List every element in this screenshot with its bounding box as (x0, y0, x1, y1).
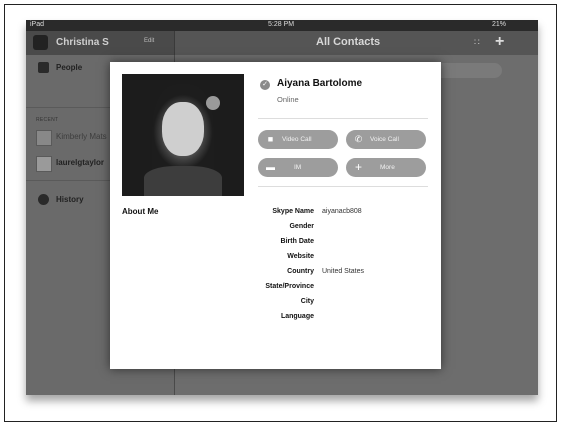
more-button[interactable]: + More (346, 158, 426, 177)
sidebar-header: Christina S Edit (26, 31, 175, 55)
detail-label: Skype Name (272, 208, 314, 215)
detail-label: Birth Date (280, 238, 314, 245)
detail-row: Website (250, 253, 440, 267)
divider (258, 118, 428, 119)
detail-value: United States (322, 268, 365, 275)
contact-avatar (36, 130, 52, 146)
divider (258, 186, 428, 187)
sidebar-item-label: People (56, 63, 83, 72)
clock-icon (38, 194, 49, 205)
detail-row: Language (250, 313, 440, 327)
online-status-icon: ✓ (260, 80, 270, 90)
detail-label: State/Province (265, 283, 314, 290)
about-me-heading: About Me (122, 207, 159, 216)
sidebar-item-label: History (56, 195, 84, 204)
im-button[interactable]: ▬ IM (258, 158, 338, 177)
detail-label: Language (280, 313, 314, 320)
status-bar: iPad 5:28 PM 21% (26, 20, 538, 31)
recent-heading: RECENT (36, 117, 59, 123)
people-icon (38, 62, 49, 73)
contact-profile-popup: About Me ✓ Aiyana Bartolome Online ■ Vid… (110, 62, 441, 369)
detail-label: City (300, 298, 314, 305)
page-title: All Contacts (316, 36, 381, 48)
detail-row: Birth Date (250, 238, 440, 252)
detail-label: Website (287, 253, 314, 260)
device-label: iPad (30, 21, 45, 28)
plus-icon: + (354, 160, 362, 174)
recent-contact-name: laurelgtaylor (56, 158, 105, 167)
user-name[interactable]: Christina S (56, 37, 109, 48)
chat-bubble-icon: ▬ (266, 162, 275, 172)
detail-row: Gender (250, 223, 440, 237)
detail-row: Skype Name aiyanacb808 (250, 208, 440, 222)
grid-icon[interactable]: ∷ (474, 37, 485, 48)
profile-photo (122, 74, 244, 196)
contact-name: Aiyana Bartolome (277, 78, 363, 89)
contact-avatar (36, 156, 52, 172)
recent-contact-name: Kimberly Mats (56, 132, 107, 141)
phone-icon: ✆ (354, 134, 363, 144)
video-call-button[interactable]: ■ Video Call (258, 130, 338, 149)
detail-value: aiyanacb808 (322, 208, 362, 215)
video-camera-icon: ■ (267, 134, 274, 144)
detail-row: Country United States (250, 268, 440, 282)
detail-row: State/Province (250, 283, 440, 297)
detail-label: Country (287, 268, 314, 275)
avatar[interactable] (33, 35, 48, 50)
detail-label: Gender (289, 223, 314, 230)
add-contact-icon[interactable]: + (495, 33, 504, 51)
presence-status: Online (277, 95, 299, 104)
battery-level: 21% (492, 21, 507, 28)
detail-row: City (250, 298, 440, 312)
clock-time: 5:28 PM (268, 21, 295, 28)
voice-call-button[interactable]: ✆ Voice Call (346, 130, 426, 149)
edit-button[interactable]: Edit (144, 38, 154, 44)
